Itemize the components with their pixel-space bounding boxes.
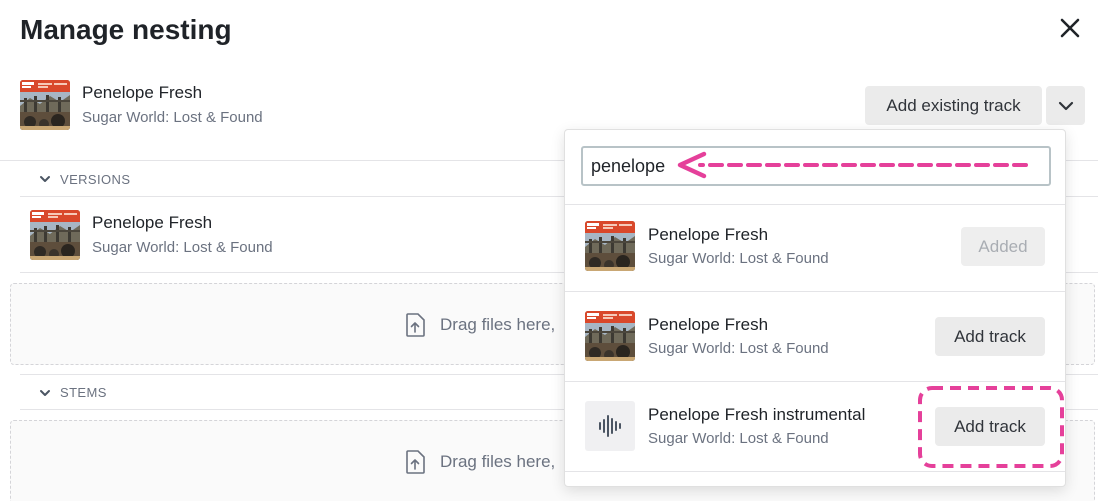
track-search-input[interactable]: [581, 146, 1051, 186]
add-existing-track-button[interactable]: Add existing track: [865, 86, 1042, 125]
album-art-thumbnail: [30, 210, 80, 260]
versions-dropzone-text: Drag files here,: [440, 315, 556, 334]
album-art-thumbnail: [585, 221, 635, 271]
result-divider: [565, 291, 1065, 292]
versions-collapse-icon[interactable]: [39, 175, 51, 183]
versions-section-label: VERSIONS: [60, 172, 131, 187]
current-track-title: Penelope Fresh: [82, 83, 203, 102]
result-title: Penelope Fresh instrumental: [648, 405, 866, 424]
stems-collapse-icon[interactable]: [39, 389, 51, 397]
add-track-button[interactable]: Add track: [935, 407, 1045, 446]
result-title: Penelope Fresh: [648, 225, 769, 244]
stems-section-label: STEMS: [60, 385, 107, 400]
waveform-icon: [585, 401, 635, 451]
result-album: Sugar World: Lost & Found: [648, 250, 829, 267]
page-title: Manage nesting: [20, 14, 232, 45]
upload-file-icon: [406, 313, 425, 337]
add-existing-dropdown-toggle[interactable]: [1046, 86, 1085, 125]
result-divider: [565, 471, 1065, 472]
stems-dropzone-text: Drag files here,: [440, 452, 556, 471]
result-album: Sugar World: Lost & Found: [648, 430, 829, 447]
dropdown-divider: [565, 204, 1065, 205]
add-track-button[interactable]: Add track: [935, 317, 1045, 356]
result-album: Sugar World: Lost & Found: [648, 340, 829, 357]
add-existing-track-dropdown: Penelope Fresh Sugar World: Lost & Found…: [564, 129, 1066, 487]
album-art-thumbnail: [585, 311, 635, 361]
version-track-album: Sugar World: Lost & Found: [92, 239, 273, 256]
result-divider: [565, 381, 1065, 382]
album-art-thumbnail: [20, 80, 70, 130]
added-button: Added: [961, 227, 1045, 266]
close-icon[interactable]: [1056, 14, 1084, 42]
result-title: Penelope Fresh: [648, 315, 769, 334]
chevron-down-icon: [1058, 101, 1073, 110]
upload-file-icon: [406, 450, 425, 474]
version-track-title: Penelope Fresh: [92, 213, 213, 232]
current-track-album: Sugar World: Lost & Found: [82, 109, 263, 126]
